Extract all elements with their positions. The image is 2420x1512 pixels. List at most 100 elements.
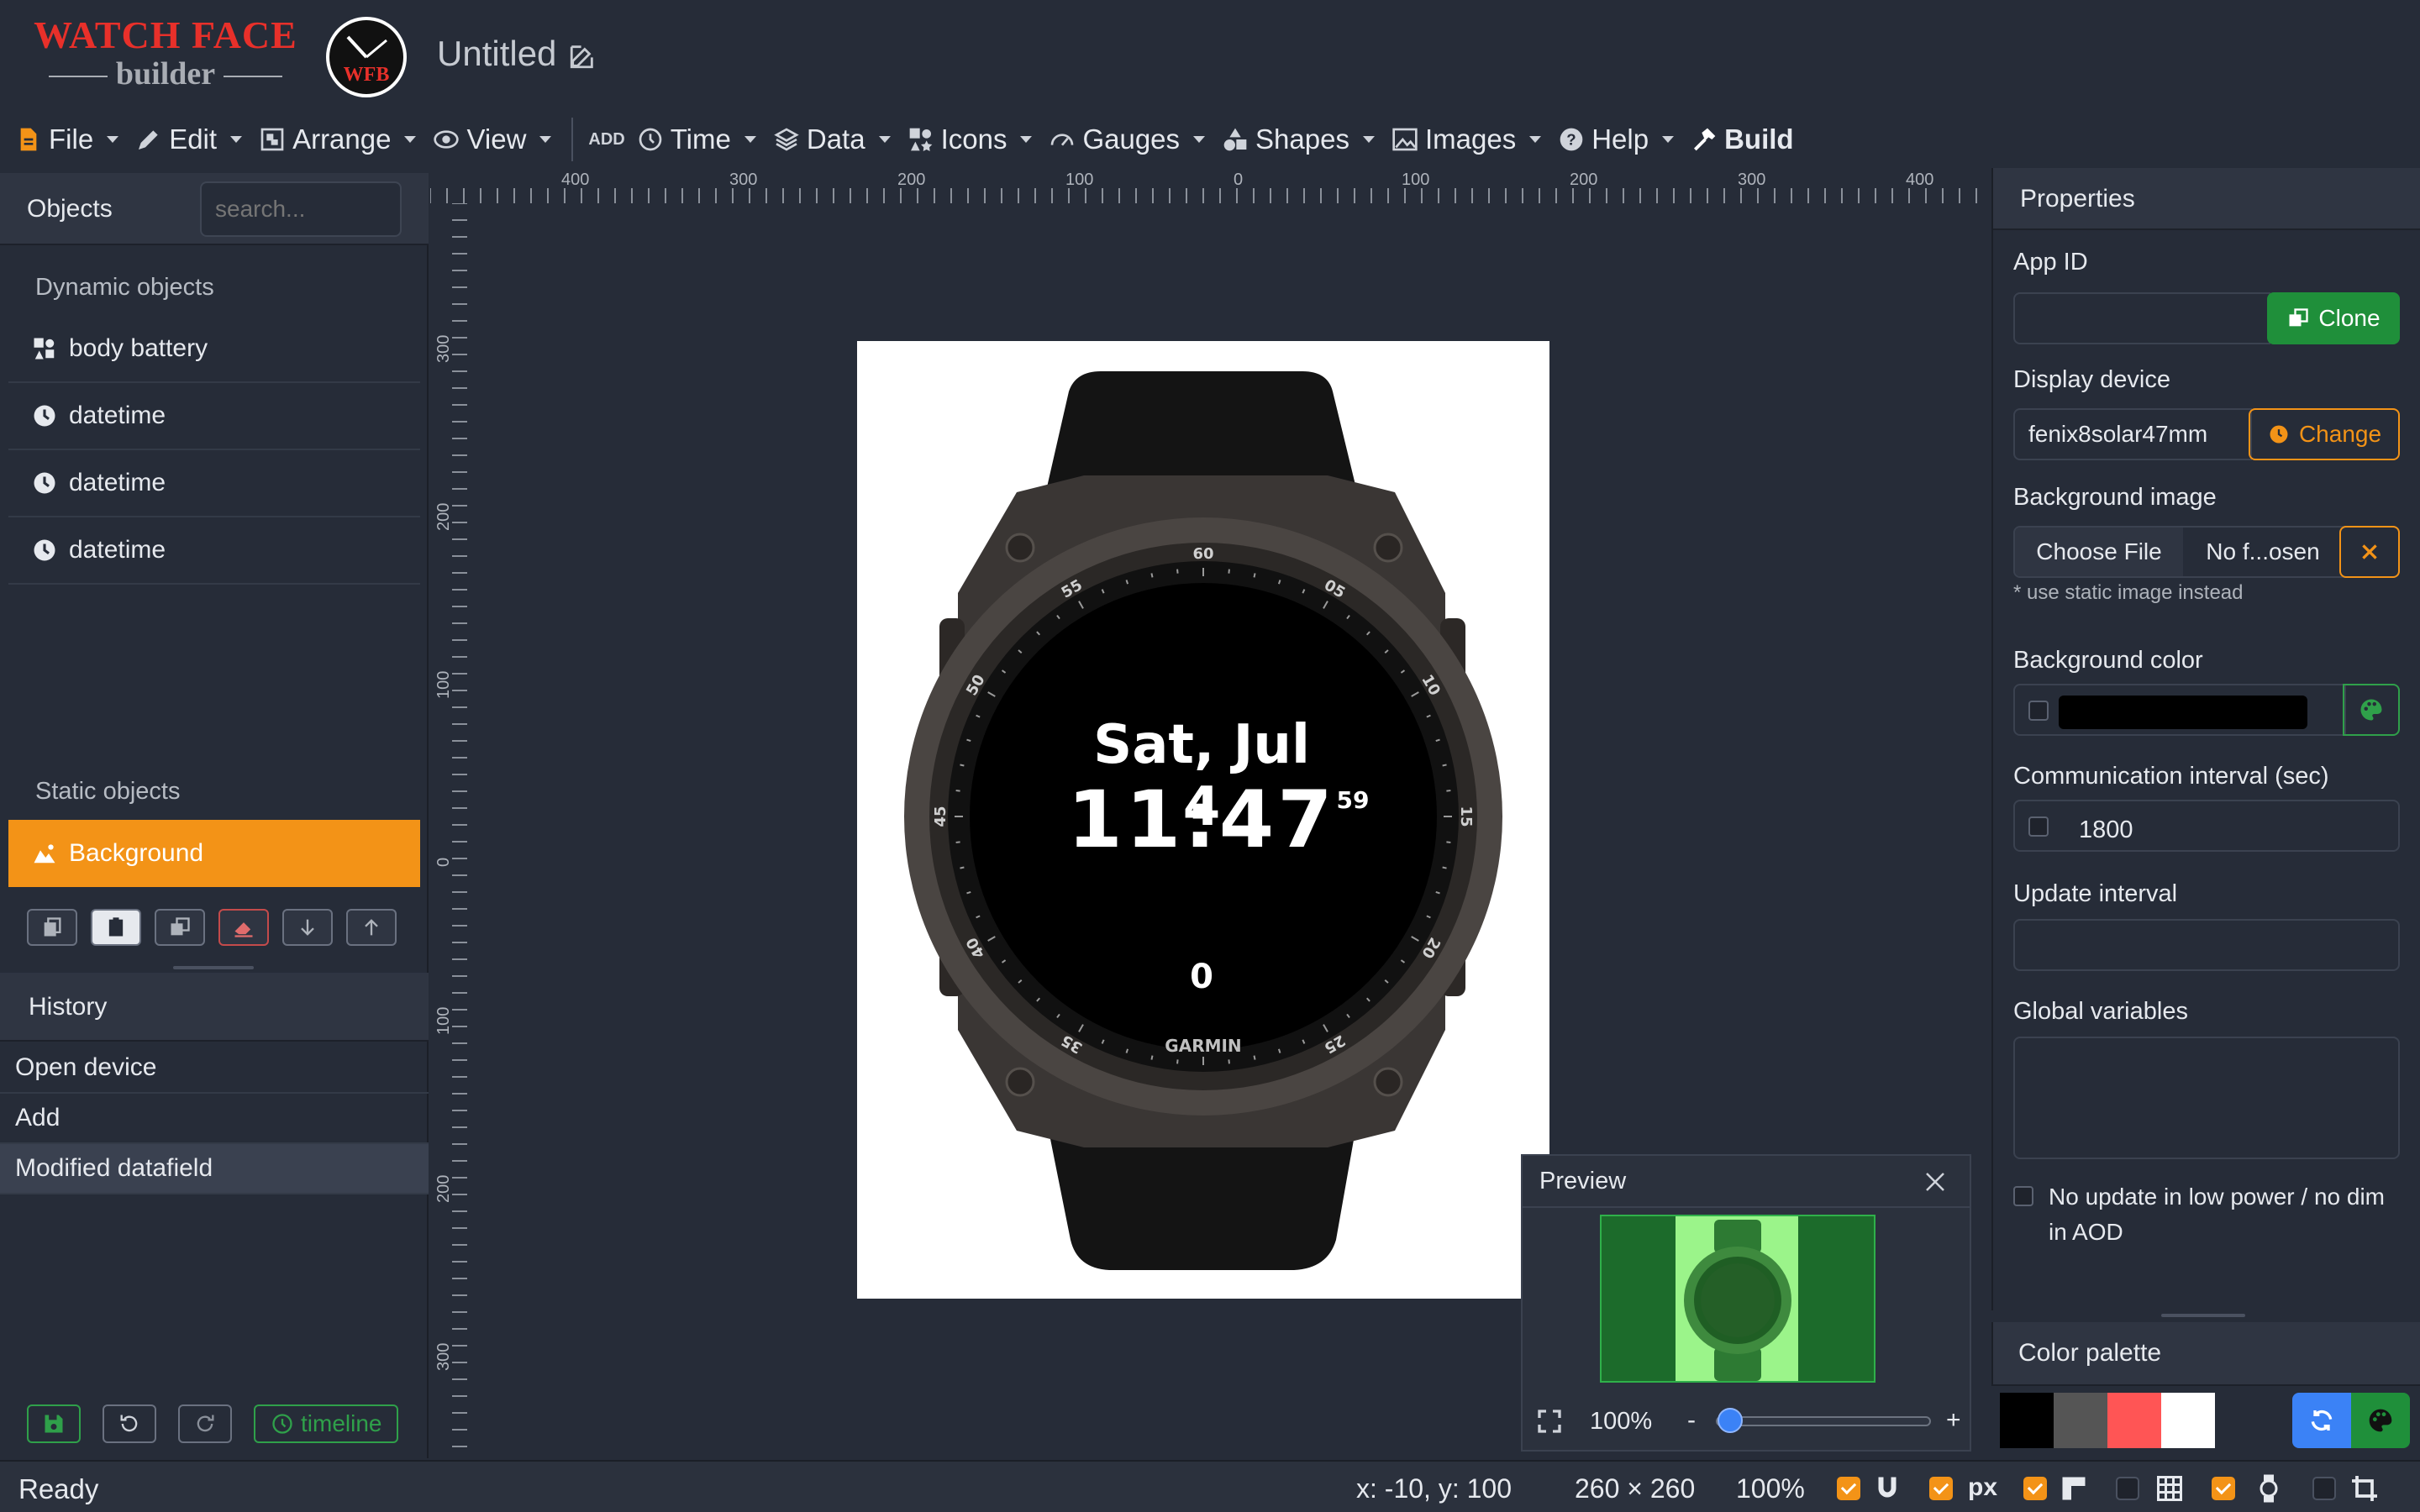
- magnet-icon: [1878, 1477, 1897, 1498]
- no-update-low-power-checkbox[interactable]: [2013, 1186, 2033, 1206]
- chevron-down-icon: [1193, 136, 1206, 143]
- history-item[interactable]: Add: [0, 1094, 429, 1144]
- bezel-tick: [1150, 573, 1154, 578]
- menu-time-label: Time: [670, 123, 731, 155]
- delete-button[interactable]: [218, 909, 269, 946]
- copy-button[interactable]: [27, 909, 77, 946]
- object-row-body-battery[interactable]: body battery: [8, 316, 420, 383]
- menu-view-label: View: [466, 123, 527, 155]
- palette-picker-button[interactable]: [2351, 1393, 2410, 1448]
- clock-icon: [34, 405, 55, 427]
- palette-swatch[interactable]: [2161, 1393, 2215, 1448]
- edit-title-icon[interactable]: [568, 42, 597, 71]
- menu-gauges[interactable]: Gauges: [1049, 123, 1206, 155]
- display-device-input[interactable]: [2013, 408, 2252, 460]
- palette-swatch[interactable]: [2107, 1393, 2161, 1448]
- move-up-button[interactable]: [346, 909, 397, 946]
- icons-icon: [909, 128, 932, 151]
- objects-search-input[interactable]: [200, 181, 402, 237]
- background-image-label: Background image: [2013, 484, 2217, 511]
- status-bar: Ready x: -10, y: 100 260 × 260 100% px: [0, 1460, 2420, 1512]
- ruler-toggle-checkbox[interactable]: [2023, 1477, 2047, 1500]
- save-button[interactable]: [27, 1404, 81, 1443]
- app-header: WATCH FACE builder WFB Untitled: [0, 0, 2420, 109]
- watch-face-canvas[interactable]: 60 05 10 15 20 25 35 40 45 50 55 GARMIN Sat, Jul 4…: [857, 341, 1549, 1299]
- menu-icons[interactable]: Icons: [908, 123, 1033, 155]
- menu-arrange[interactable]: Arrange: [259, 123, 417, 155]
- palette-swatch[interactable]: [2000, 1393, 2054, 1448]
- menu-build[interactable]: Build: [1691, 123, 1794, 155]
- timeline-button[interactable]: timeline: [254, 1404, 399, 1443]
- cursor-coordinates: x: -10, y: 100: [1356, 1473, 1512, 1504]
- background-color-picker-button[interactable]: [2343, 684, 2400, 736]
- menu-help[interactable]: ? Help: [1558, 123, 1675, 155]
- menu-shapes[interactable]: Shapes: [1222, 123, 1375, 155]
- properties-header: Properties: [1993, 168, 2420, 230]
- menu-file[interactable]: File: [15, 123, 119, 155]
- device-frame-checkbox[interactable]: [2212, 1477, 2235, 1500]
- global-variables-textarea[interactable]: [2013, 1037, 2400, 1159]
- copy-icon: [44, 917, 61, 937]
- menu-add-label: ADD: [588, 129, 625, 149]
- paste-button[interactable]: [91, 909, 141, 946]
- palette-swatch[interactable]: [2215, 1393, 2269, 1448]
- background-color-swatch[interactable]: [2059, 696, 2307, 729]
- fullscreen-icon[interactable]: [1536, 1408, 1563, 1435]
- menu-images[interactable]: Images: [1392, 123, 1542, 155]
- file-icon: [20, 128, 37, 151]
- pixel-units-checkbox[interactable]: [1929, 1477, 1953, 1500]
- palette-refresh-button[interactable]: [2292, 1393, 2351, 1448]
- preview-zoom-slider-handle[interactable]: [1718, 1408, 1743, 1433]
- object-row-datetime[interactable]: datetime: [8, 450, 420, 517]
- document-title[interactable]: Untitled: [437, 34, 556, 74]
- communication-interval-field[interactable]: [2013, 800, 2400, 852]
- clock-icon: [639, 128, 662, 151]
- history-item-label: Add: [15, 1104, 60, 1131]
- communication-interval-checkbox[interactable]: [2028, 816, 2049, 837]
- background-color-checkbox[interactable]: [2028, 701, 2049, 721]
- zoom-in-button[interactable]: +: [1946, 1406, 1961, 1435]
- menu-view[interactable]: View: [433, 123, 552, 155]
- move-down-button[interactable]: [282, 909, 333, 946]
- panel-splitter-handle[interactable]: [2161, 1314, 2245, 1317]
- panel-splitter-handle[interactable]: [173, 966, 254, 969]
- change-device-button[interactable]: Change: [2249, 408, 2400, 460]
- communication-interval-value[interactable]: 1800: [2079, 816, 2133, 844]
- crop-toggle-checkbox[interactable]: [2312, 1477, 2336, 1500]
- object-row-datetime[interactable]: datetime: [8, 383, 420, 450]
- app-id-input[interactable]: [2013, 292, 2270, 344]
- menu-data[interactable]: Data: [773, 123, 891, 155]
- status-text: Ready: [18, 1473, 99, 1504]
- grid-toggle-checkbox[interactable]: [2116, 1477, 2139, 1500]
- snap-toggle-checkbox[interactable]: [1837, 1477, 1860, 1500]
- bezel-number: 45: [932, 806, 950, 827]
- color-palette-swatches: [2000, 1393, 2269, 1448]
- object-label: datetime: [69, 536, 166, 564]
- paste-icon: [108, 917, 124, 937]
- close-icon[interactable]: [1923, 1169, 1948, 1194]
- history-item[interactable]: Open device: [0, 1043, 429, 1094]
- app-id-label: App ID: [2013, 249, 2088, 276]
- object-row-background[interactable]: Background: [8, 820, 420, 887]
- clone-button[interactable]: Clone: [2267, 292, 2400, 344]
- bezel-number: 60: [1192, 545, 1213, 563]
- datetime-seconds[interactable]: 59: [1328, 786, 1378, 814]
- body-battery-value[interactable]: 0: [1168, 958, 1235, 996]
- object-row-datetime[interactable]: datetime: [8, 517, 420, 585]
- undo-button[interactable]: [103, 1404, 156, 1443]
- properties-panel: Properties App ID Clone Display device C…: [1991, 168, 2420, 1310]
- preview-zoom-slider[interactable]: [1716, 1416, 1931, 1426]
- palette-swatch[interactable]: [2054, 1393, 2107, 1448]
- update-interval-input[interactable]: [2013, 919, 2400, 971]
- history-item[interactable]: Modified datafield: [0, 1144, 429, 1194]
- app-logo[interactable]: WATCH FACE builder: [27, 13, 304, 97]
- datetime-time[interactable]: 11:47: [1067, 774, 1336, 866]
- menu-edit[interactable]: Edit: [135, 123, 243, 155]
- zoom-out-button[interactable]: -: [1687, 1406, 1696, 1435]
- redo-button[interactable]: [178, 1404, 232, 1443]
- clear-background-button[interactable]: [2339, 526, 2400, 578]
- duplicate-button[interactable]: [155, 909, 205, 946]
- menu-time[interactable]: Time: [637, 123, 756, 155]
- choose-file-button[interactable]: Choose File: [2015, 528, 2183, 576]
- refresh-icon: [2311, 1410, 2333, 1431]
